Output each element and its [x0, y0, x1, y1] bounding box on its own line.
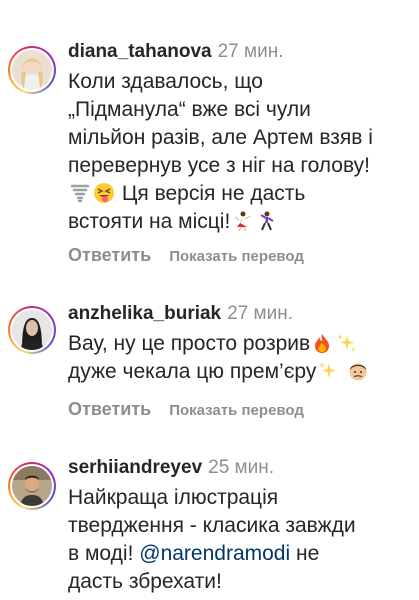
comment-time: 25 мин.	[208, 457, 275, 478]
avatar[interactable]	[12, 466, 52, 506]
comment-text: Найкраща ілюстрація твердження - класика…	[68, 486, 356, 593]
comment-username[interactable]: serhiiandreyev	[68, 457, 202, 478]
comment-serhii: serhiiandreyev 25 мин. Найкраща ілюстраці…	[0, 0, 419, 600]
avatar-story-ring[interactable]	[8, 462, 56, 510]
mention-link[interactable]: @narendramodi	[139, 542, 290, 565]
